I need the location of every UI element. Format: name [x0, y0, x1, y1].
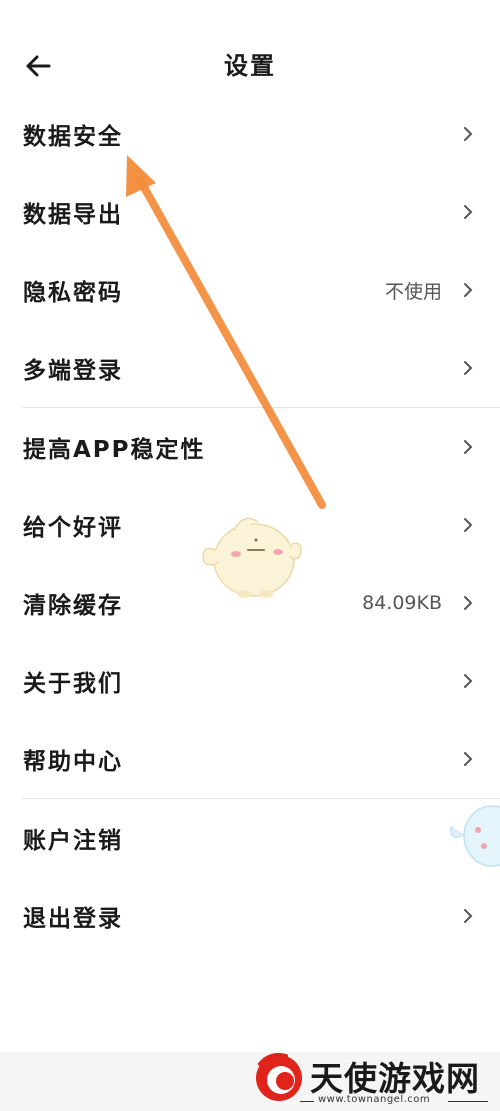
row-data-security[interactable]: 数据安全 [0, 95, 500, 173]
row-rate-app[interactable]: 给个好评 [0, 486, 500, 564]
row-logout[interactable]: 退出登录 [0, 877, 500, 955]
row-help-center[interactable]: 帮助中心 [0, 720, 500, 798]
watermark-url: www.townangel.com [318, 1094, 431, 1105]
chevron-right-icon [462, 437, 474, 457]
row-label: 数据导出 [23, 202, 123, 228]
watermark-brand: 天使游戏网 [310, 1059, 480, 1098]
row-label: 关于我们 [23, 671, 123, 697]
row-value: 84.09KB [362, 592, 442, 614]
chevron-right-icon [462, 280, 474, 300]
row-label: 数据安全 [23, 124, 123, 150]
row-multi-device-login[interactable]: 多端登录 [0, 329, 500, 407]
chevron-right-icon [462, 671, 474, 691]
chevron-right-icon [462, 358, 474, 378]
row-label: 给个好评 [23, 515, 123, 541]
row-label: 清除缓存 [23, 593, 123, 619]
row-label: 账户注销 [23, 828, 123, 854]
row-label: 退出登录 [23, 906, 123, 932]
watermark-line [300, 1101, 314, 1102]
row-privacy-password[interactable]: 隐私密码 不使用 [0, 251, 500, 329]
row-delete-account[interactable]: 账户注销 [0, 799, 500, 877]
page-title: 设置 [224, 52, 276, 80]
chevron-right-icon [462, 749, 474, 769]
chevron-right-icon [462, 202, 474, 222]
row-label: 提高APP稳定性 [23, 437, 206, 463]
watermark-logo-icon [256, 1053, 302, 1101]
row-label: 隐私密码 [23, 280, 123, 306]
row-data-export[interactable]: 数据导出 [0, 173, 500, 251]
chevron-right-icon [462, 124, 474, 144]
chevron-right-icon [462, 515, 474, 535]
row-value: 不使用 [384, 280, 442, 303]
settings-list: 数据安全 数据导出 隐私密码 不使用 多端登录 提高APP稳定性 给个好评 清除… [0, 95, 500, 955]
row-clear-cache[interactable]: 清除缓存 84.09KB [0, 564, 500, 642]
chevron-right-icon [462, 906, 474, 926]
row-about-us[interactable]: 关于我们 [0, 642, 500, 720]
settings-page: 设置 数据安全 数据导出 隐私密码 不使用 多端登录 提高APP稳定性 给个好评 [0, 0, 500, 1111]
row-label: 多端登录 [23, 358, 123, 384]
watermark-line [448, 1101, 488, 1102]
row-label: 帮助中心 [23, 749, 123, 775]
chevron-right-icon [462, 593, 474, 613]
row-improve-stability[interactable]: 提高APP稳定性 [0, 408, 500, 486]
